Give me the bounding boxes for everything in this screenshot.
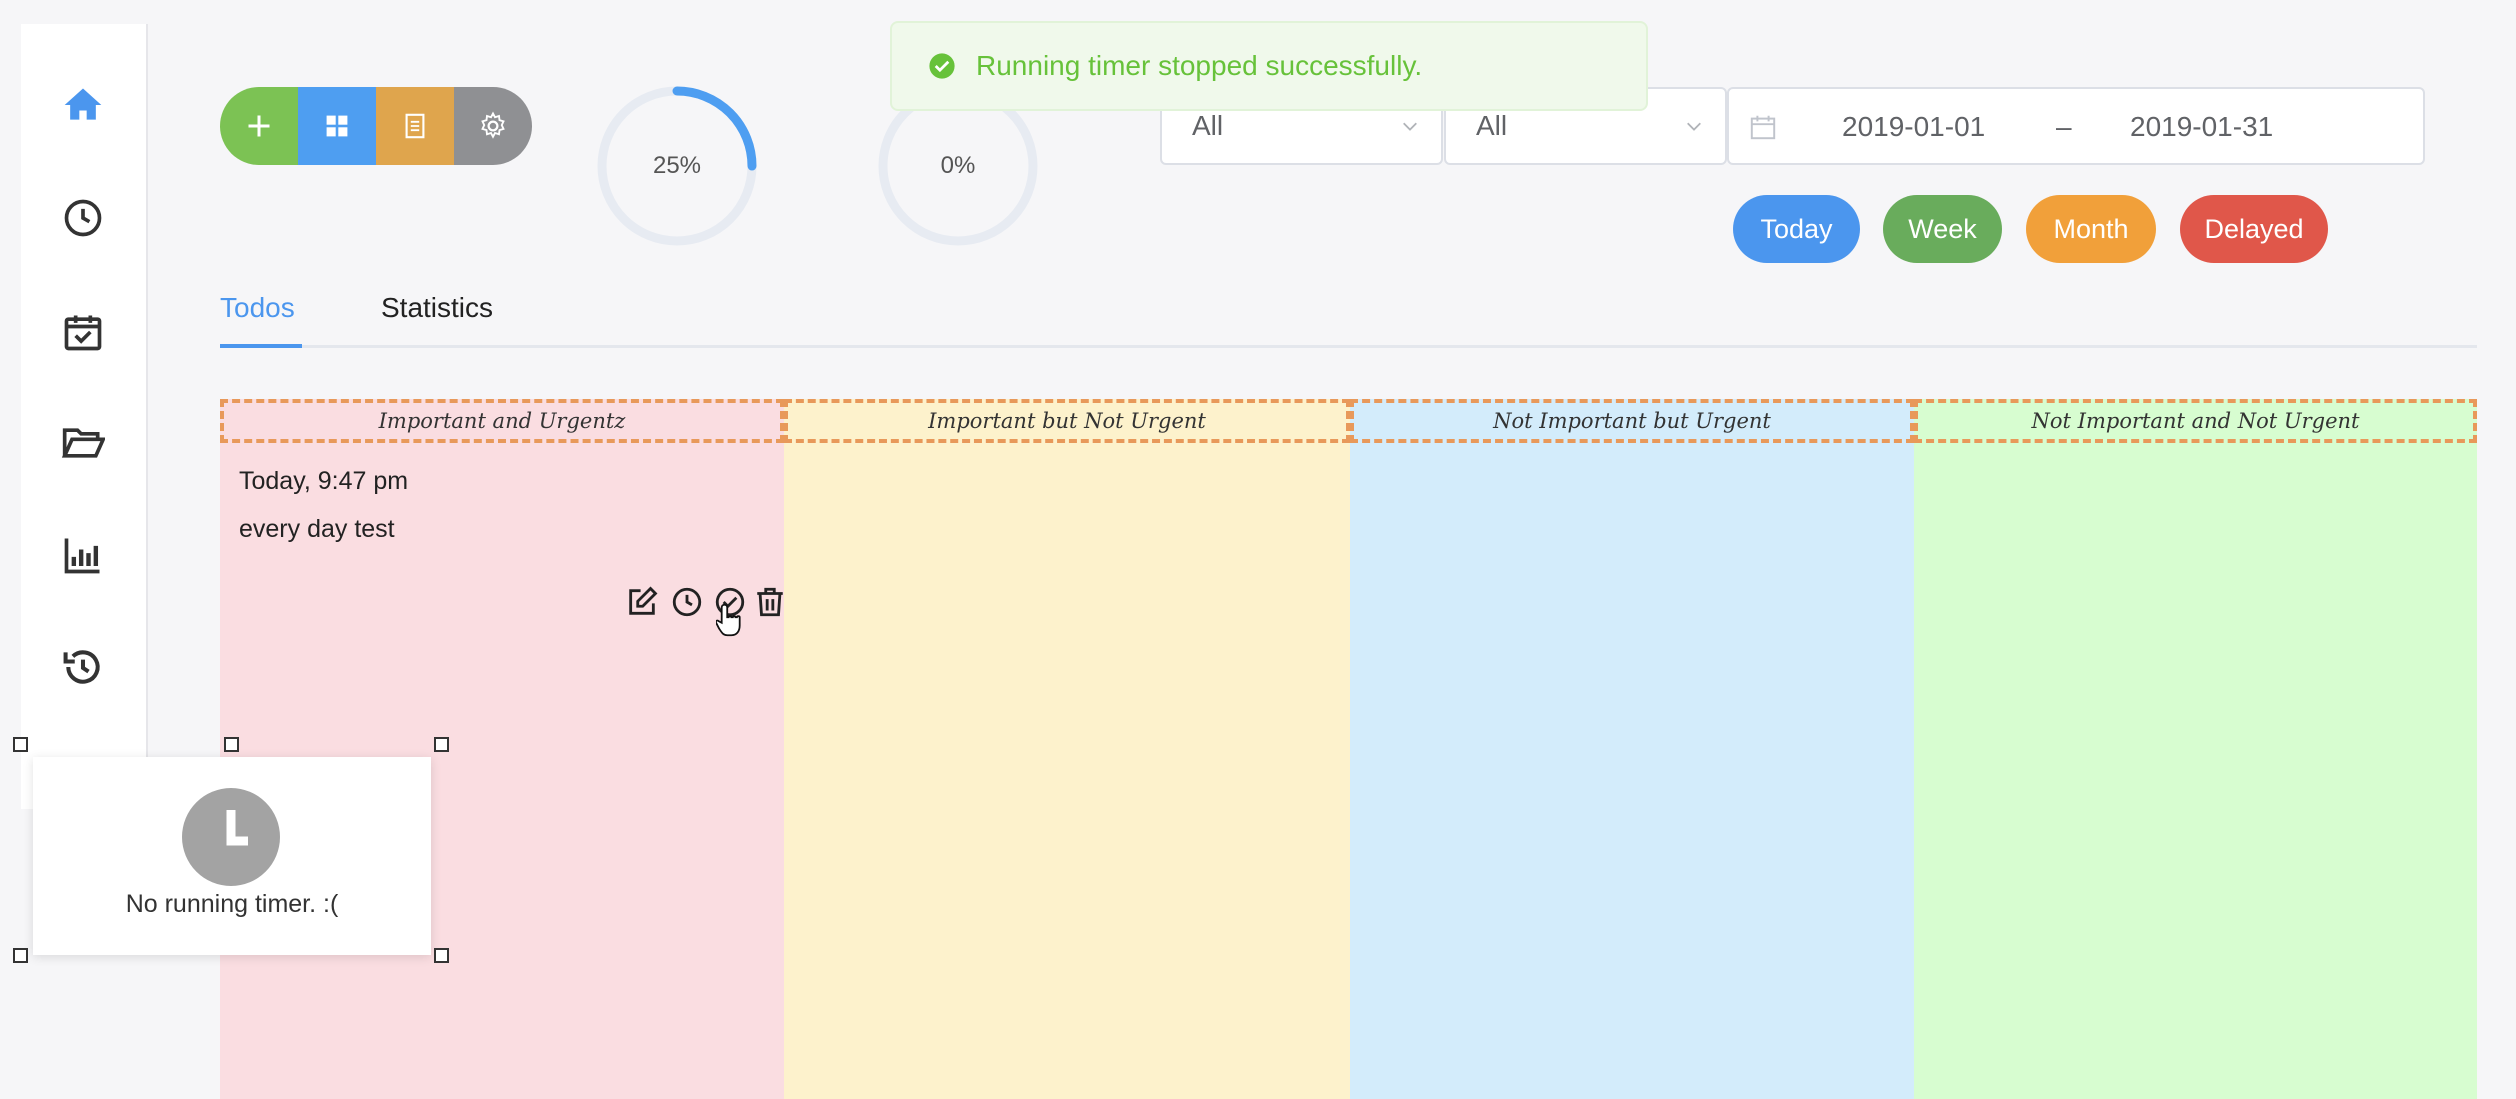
quadrant-header: Not Important but Urgent	[1350, 399, 1914, 443]
start-timer-icon[interactable]	[670, 585, 704, 619]
quadrant-important-urgent: Important and Urgentz	[220, 399, 784, 1099]
list-view-button[interactable]	[376, 87, 454, 165]
quadrant-not-important-urgent: Not Important but Urgent	[1350, 399, 1914, 1099]
clock-icon	[182, 788, 280, 886]
chevron-down-icon	[1687, 122, 1701, 131]
delayed-button[interactable]: Delayed	[2180, 195, 2328, 263]
date-range-picker[interactable]: 2019-01-01 – 2019-01-31	[1727, 87, 2425, 165]
quadrant-important-not-urgent: Important but Not Urgent	[784, 399, 1350, 1099]
grid-icon	[326, 115, 348, 137]
tab-todos[interactable]: Todos	[220, 292, 295, 324]
resize-handle[interactable]	[434, 948, 449, 963]
status-select-value: All	[1476, 110, 1508, 141]
hand-cursor-icon	[715, 602, 744, 638]
date-start[interactable]: 2019-01-01	[1842, 111, 1985, 143]
document-icon	[405, 113, 425, 139]
home-icon[interactable]	[57, 79, 109, 131]
resize-handle[interactable]	[13, 737, 28, 752]
week-button[interactable]: Week	[1883, 195, 2002, 263]
resize-handle[interactable]	[224, 737, 239, 752]
no-timer-message: No running timer. :(	[125, 890, 339, 918]
gear-icon	[481, 111, 505, 139]
tabs-divider	[220, 345, 2477, 348]
active-tab-indicator	[220, 344, 302, 348]
todo-time: Today, 9:47 pm	[239, 467, 409, 495]
todo-title[interactable]: every day test	[239, 515, 395, 544]
bar-chart-icon[interactable]	[57, 529, 109, 581]
quadrant-not-important-not-urgent: Not Important and Not Urgent	[1914, 399, 2477, 1099]
settings-button[interactable]	[454, 87, 532, 165]
tab-statistics[interactable]: Statistics	[381, 292, 493, 324]
resize-handle[interactable]	[13, 948, 28, 963]
sidebar	[21, 24, 148, 809]
quadrant-header: Important and Urgentz	[220, 399, 784, 443]
add-todo-button[interactable]	[220, 87, 298, 165]
timer-popover[interactable]: No running timer. :(	[33, 757, 431, 955]
quadrant-header: Not Important and Not Urgent	[1914, 399, 2477, 443]
success-toast: Running timer stopped successfully.	[890, 21, 1648, 111]
chevron-down-icon	[1403, 122, 1417, 131]
matrix-view-button[interactable]	[298, 87, 376, 165]
progress-label-today: 25%	[652, 152, 702, 179]
category-select-value: All	[1192, 110, 1224, 141]
calendar-check-icon[interactable]	[57, 306, 109, 358]
quadrant-header: Important but Not Urgent	[784, 399, 1350, 443]
clock-icon[interactable]	[57, 192, 109, 244]
toast-message: Running timer stopped successfully.	[976, 50, 1423, 81]
delete-trash-icon[interactable]	[753, 585, 787, 619]
calendar-icon	[1750, 115, 1776, 140]
resize-handle[interactable]	[434, 737, 449, 752]
month-button[interactable]: Month	[2026, 195, 2156, 263]
success-check-icon	[929, 53, 955, 79]
history-icon[interactable]	[57, 641, 109, 693]
edit-icon[interactable]	[625, 585, 659, 619]
folder-open-icon[interactable]	[57, 417, 109, 469]
date-end[interactable]: 2019-01-31	[2130, 111, 2273, 143]
today-button[interactable]: Today	[1733, 195, 1860, 263]
date-separator: –	[2056, 111, 2072, 142]
plus-icon	[248, 115, 270, 137]
progress-label-all: 0%	[940, 152, 976, 179]
